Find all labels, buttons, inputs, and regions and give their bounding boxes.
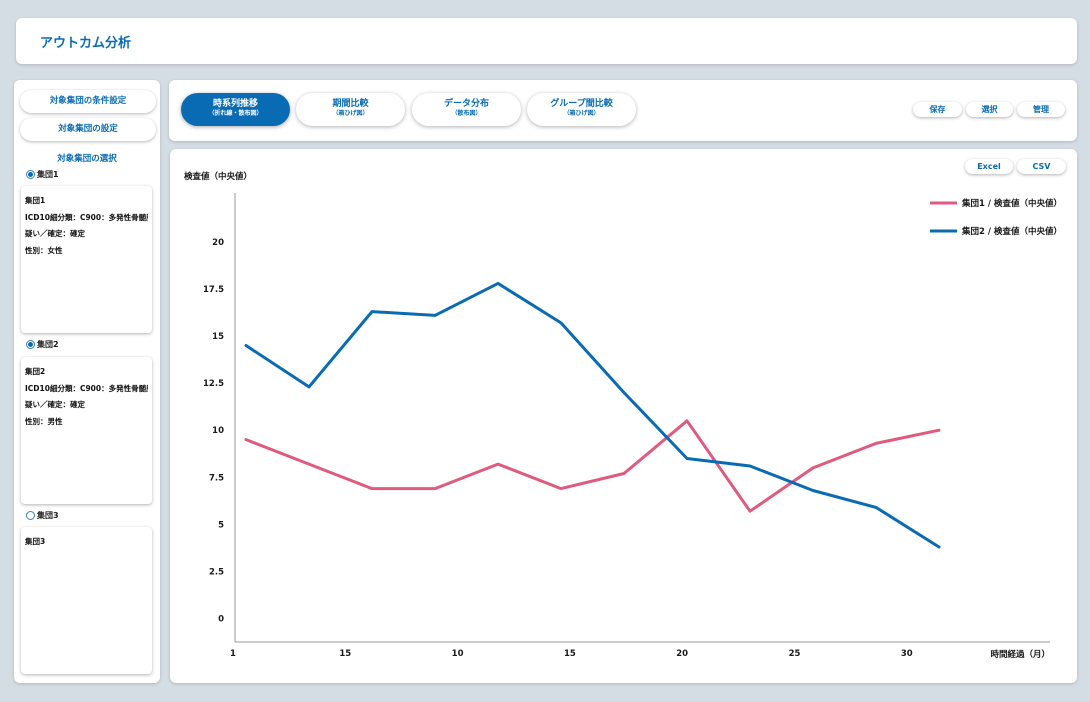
tab-time-series-sub: （折れ線・散布図） [208,110,263,117]
group1-line-name: 集団1 [25,196,46,205]
tab-period-comparison-label: 期間比較 [332,99,369,109]
y-tick-label: 20 [212,238,224,248]
y-tick-label: 5 [218,520,224,530]
legend-label-series-1: 集団1 / 検査値（中央値） [961,198,1062,209]
group2-radio[interactable]: 集団2 [26,338,59,350]
group2-summary-box: 集団2 ICD10細分類：C900：多発性骨髄腫 疑い／確定：確定 性別：男性 [21,357,152,504]
group2-line-icd10: ICD10細分類：C900：多発性骨髄腫 [25,383,148,393]
analysis-tab-bar: 時系列推移 （折れ線・散布図） 期間比較 （箱ひげ図） データ分布 （散布図） … [169,80,1077,141]
group1-radio-label: 集団1 [37,169,59,179]
x-tick-label: 15 [339,649,351,659]
group2-line-sex: 性別：男性 [25,416,63,426]
group3-radio[interactable]: 集団3 [26,509,59,521]
y-axis-label: 検査値（中央値） [184,171,252,182]
legend-label-series-2: 集団2 / 検査値（中央値） [961,226,1062,237]
y-tick-label: 0 [218,615,224,625]
tab-time-series-label: 時系列推移 [212,99,258,109]
group3-radio-label: 集団3 [37,510,59,520]
tab-group-comparison-label: グループ間比較 [550,99,613,109]
page-title: アウトカム分析 [40,36,132,51]
y-tick-label: 7.5 [209,473,224,483]
x-tick-label: 10 [452,649,464,659]
group1-radio[interactable]: 集団1 [26,168,59,180]
series-2-line [244,281,941,549]
chart-panel: Excel CSV 検査値（中央値） 時間経過（月） 0 2.5 5 7.5 10 12.… [170,149,1077,683]
tab-group-comparison[interactable]: グループ間比較 （箱ひげ図） [527,93,636,126]
select-button[interactable]: 選択 [966,102,1013,117]
x-tick-label: 30 [901,649,913,659]
line-chart: 検査値（中央値） 時間経過（月） 02.557.51012.51517.520 … [184,171,1062,660]
x-axis-label: 時間経過（月） [990,649,1050,660]
y-tick-label: 15 [212,332,224,342]
cohort-condition-settings-button[interactable]: 対象集団の条件設定 [20,90,156,113]
group2-line-name: 集団2 [25,367,46,376]
tab-data-distribution-label: データ分布 [443,99,489,109]
y-tick-label: 2.5 [209,567,224,577]
group1-line-icd10: ICD10細分類：C900：多発性骨髄腫 [25,212,148,222]
y-tick-label: 10 [212,426,224,436]
save-button[interactable]: 保存 [913,102,962,117]
group3-summary-box: 集団3 [21,527,152,674]
group1-summary-box: 集団1 ICD10細分類：C900：多発性骨髄腫 疑い／確定：確定 性別：女性 [21,186,152,333]
group1-line-sex: 性別：女性 [25,245,63,255]
group3-line-name: 集団3 [25,537,46,546]
tab-data-distribution-sub: （散布図） [451,110,482,117]
radio-checked-icon [26,339,35,349]
group1-line-certainty: 疑い／確定：確定 [25,229,85,238]
cohort-selection-heading: 対象集団の選択 [57,154,117,164]
radio-unchecked-icon [26,510,35,520]
sidebar: 対象集団の条件設定 対象集団の設定 対象集団の選択 集団1 集団1 ICD10細… [14,80,160,683]
cohort-settings-button[interactable]: 対象集団の設定 [20,118,156,141]
tab-data-distribution[interactable]: データ分布 （散布図） [412,93,521,126]
radio-checked-icon [26,169,35,179]
y-tick-label: 17.5 [203,285,224,295]
tab-period-comparison-sub: （箱ひげ図） [332,110,369,117]
group2-line-certainty: 疑い／確定：確定 [25,400,85,409]
x-tick-label: 25 [789,649,801,659]
y-tick-label: 12.5 [203,379,224,389]
group2-radio-label: 集団2 [37,339,59,349]
tab-period-comparison[interactable]: 期間比較 （箱ひげ図） [296,93,405,126]
tab-time-series[interactable]: 時系列推移 （折れ線・散布図） [181,93,290,126]
x-tick-label: 1 [230,649,236,659]
x-tick-label: 20 [676,649,688,659]
manage-button[interactable]: 管理 [1017,102,1065,117]
tab-group-comparison-sub: （箱ひげ図） [563,110,600,117]
x-tick-label: 15 [564,649,576,659]
header-bar: アウトカム分析 [16,18,1077,64]
